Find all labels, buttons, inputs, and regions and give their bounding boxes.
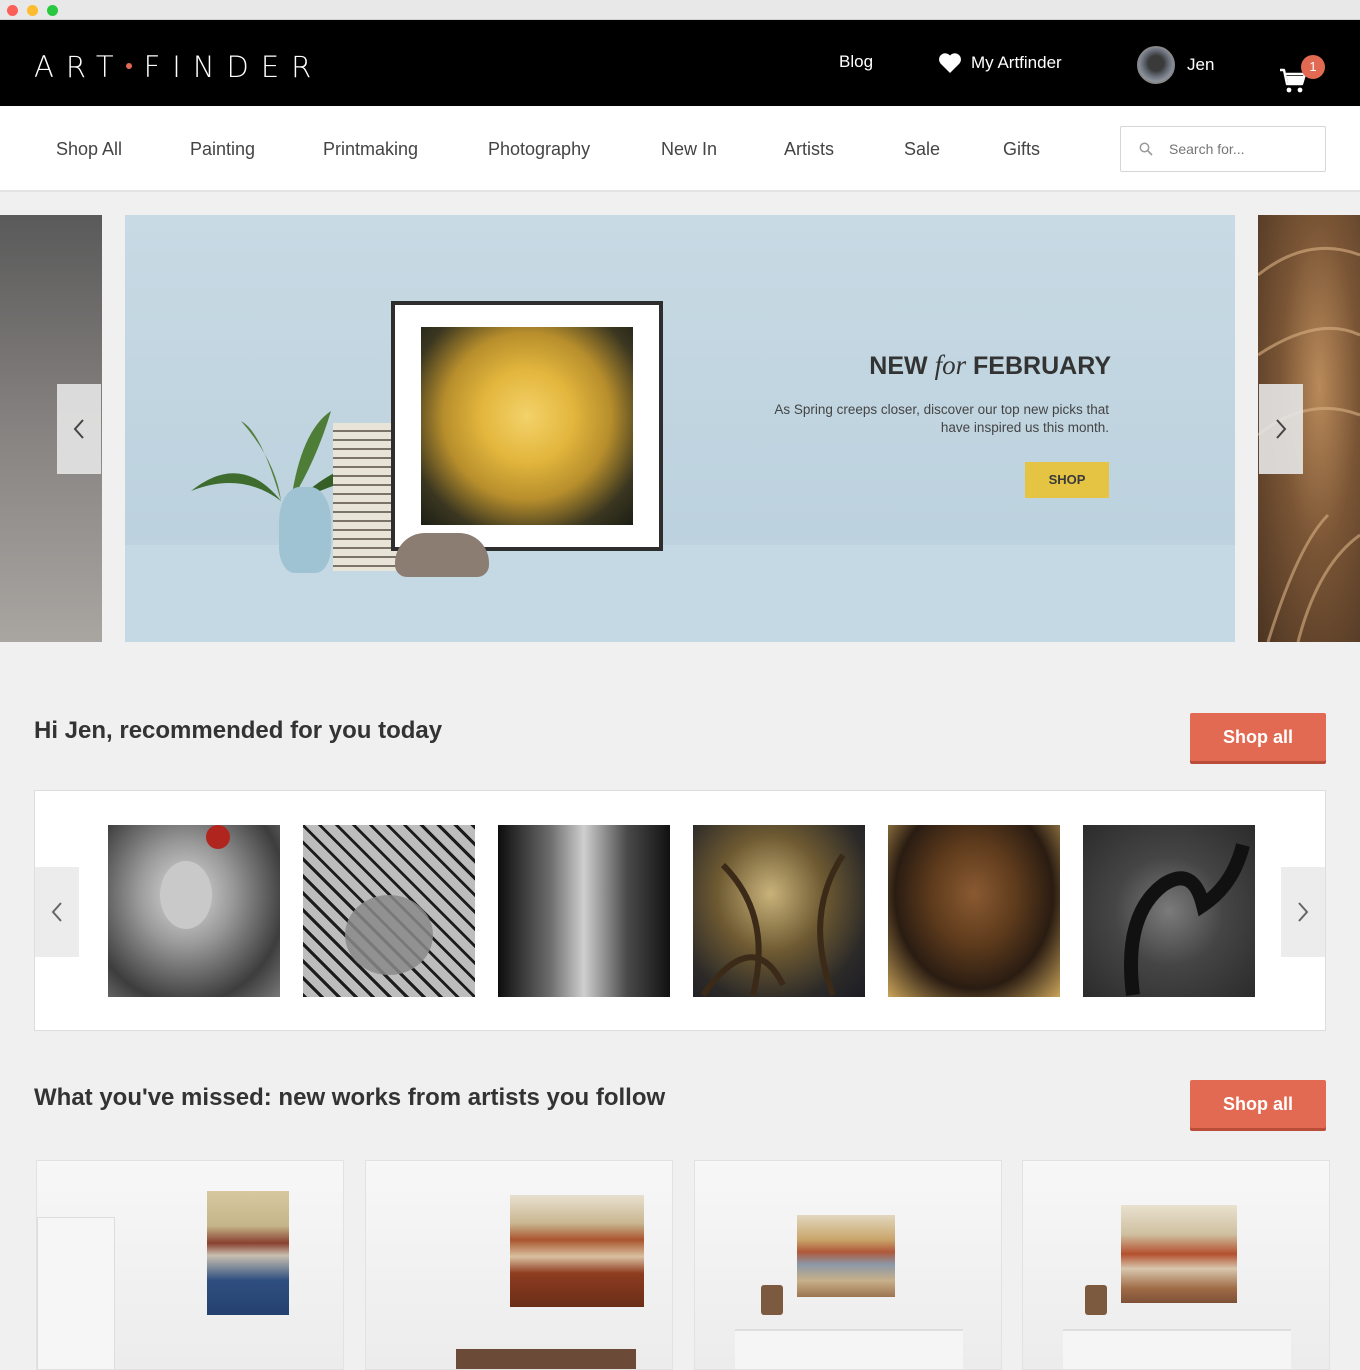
search-box[interactable]	[1120, 126, 1326, 172]
lamp-image	[1085, 1285, 1107, 1315]
recommended-carousel	[34, 790, 1326, 1031]
my-artfinder-link[interactable]: My Artfinder	[938, 52, 1062, 74]
lamp-image	[761, 1285, 783, 1315]
artwork-1-detail	[160, 825, 230, 929]
recommended-shop-all-button[interactable]: Shop all	[1190, 713, 1326, 761]
chevron-left-icon	[51, 902, 62, 922]
artwork-image-3	[797, 1215, 895, 1297]
close-window-icon[interactable]	[7, 5, 18, 16]
top-bar: ART FINDER Blog My Artfinder Jen 1	[0, 20, 1360, 106]
following-title: What you've missed: new works from artis…	[34, 1084, 666, 1111]
cloth-image	[395, 533, 489, 577]
artwork-thumbnail-3[interactable]	[498, 825, 670, 997]
hero-next-button[interactable]	[1259, 384, 1303, 474]
painting-mat	[395, 305, 659, 547]
vase-image	[279, 487, 331, 573]
hero-title: NEW for FEBRUARY	[869, 350, 1111, 381]
sideboard-image	[735, 1329, 963, 1369]
yellow-rose-image	[421, 327, 633, 525]
followed-artwork-card-1[interactable]	[36, 1160, 344, 1370]
artwork-image-4	[1121, 1205, 1237, 1303]
artwork-thumbnail-4[interactable]	[693, 825, 865, 997]
logo-right: FINDER	[143, 50, 324, 84]
search-input[interactable]	[1169, 141, 1309, 157]
hero-title-month: FEBRUARY	[973, 352, 1111, 380]
category-nav: Shop All Painting Printmaking Photograph…	[0, 106, 1360, 192]
followed-artwork-card-2[interactable]	[365, 1160, 673, 1370]
nav-item-printmaking[interactable]: Printmaking	[323, 139, 418, 160]
logo-dot	[125, 63, 132, 69]
hero-shop-button[interactable]: SHOP	[1025, 462, 1109, 498]
artwork-thumbnail-6[interactable]	[1083, 825, 1255, 997]
recommended-prev-button[interactable]	[35, 867, 79, 957]
user-menu[interactable]: Jen	[1137, 46, 1214, 84]
user-name: Jen	[1187, 55, 1215, 74]
sideboard-image	[1063, 1329, 1291, 1369]
artwork-thumbnail-2[interactable]	[303, 825, 475, 997]
hero-banner: NEW for FEBRUARY As Spring creeps closer…	[125, 215, 1235, 642]
nav-item-sale[interactable]: Sale	[904, 139, 940, 160]
hero-title-for: for	[934, 350, 967, 380]
framed-rose-painting	[391, 301, 663, 551]
recommended-next-button[interactable]	[1281, 867, 1325, 957]
cart-count-badge: 1	[1301, 55, 1325, 79]
nav-item-gifts[interactable]: Gifts	[1003, 139, 1040, 160]
chevron-left-icon	[73, 419, 84, 439]
search-icon	[1139, 142, 1153, 156]
artwork-image-1	[207, 1191, 289, 1315]
recommended-title: Hi Jen, recommended for you today	[34, 717, 443, 744]
artwork-6-detail	[1124, 843, 1250, 996]
followed-artwork-card-3[interactable]	[694, 1160, 1002, 1370]
hero-subtitle: As Spring creeps closer, discover our to…	[774, 402, 1109, 435]
my-artfinder-label: My Artfinder	[971, 53, 1062, 72]
following-shop-all-button[interactable]: Shop all	[1190, 1080, 1326, 1128]
door-image	[37, 1217, 115, 1369]
artfinder-logo[interactable]: ART FINDER	[34, 50, 323, 84]
nav-item-photography[interactable]: Photography	[488, 139, 590, 160]
nav-item-new-in[interactable]: New In	[661, 139, 717, 160]
artwork-thumbnail-5[interactable]	[888, 825, 1060, 997]
artwork-4-detail	[700, 853, 846, 997]
logo-left: ART	[34, 50, 126, 84]
avatar	[1137, 46, 1175, 84]
hero-title-new: NEW	[869, 352, 928, 380]
hero-prev-button[interactable]	[57, 384, 101, 474]
window-titlebar	[0, 0, 1360, 20]
artwork-image-2	[510, 1195, 644, 1307]
maximize-window-icon[interactable]	[47, 5, 58, 16]
blog-link[interactable]: Blog	[839, 52, 873, 72]
artwork-2-detail	[345, 895, 433, 975]
nav-item-artists[interactable]: Artists	[784, 139, 834, 160]
chevron-right-icon	[1298, 902, 1309, 922]
chevron-right-icon	[1276, 419, 1287, 439]
artwork-thumbnail-1[interactable]	[108, 825, 280, 997]
nav-item-shop-all[interactable]: Shop All	[56, 139, 122, 160]
minimize-window-icon[interactable]	[27, 5, 38, 16]
followed-artwork-card-4[interactable]	[1022, 1160, 1330, 1370]
heart-icon	[939, 53, 961, 73]
nav-item-painting[interactable]: Painting	[190, 139, 255, 160]
